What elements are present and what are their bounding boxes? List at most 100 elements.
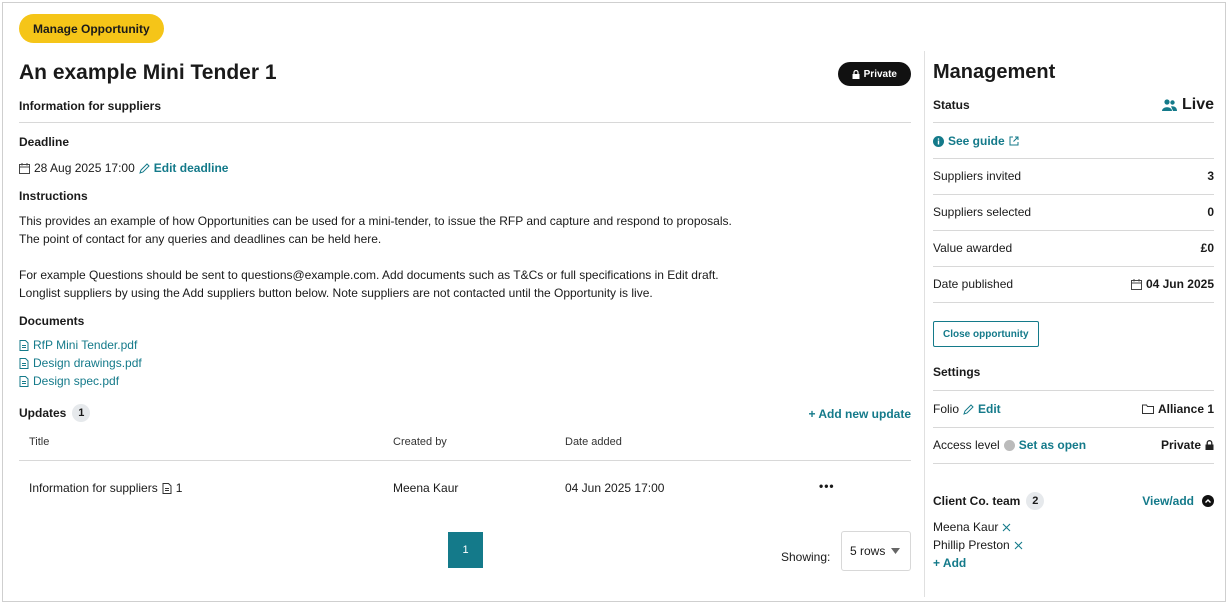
file-icon	[19, 357, 29, 369]
deadline-row: 28 Aug 2025 17:00 Edit deadline	[19, 159, 228, 177]
suppliers-selected-row: Suppliers selected 0	[933, 203, 1214, 221]
page-title: An example Mini Tender 1	[19, 61, 277, 84]
add-new-update-link[interactable]: + Add new update	[808, 407, 911, 421]
people-icon	[1161, 99, 1177, 111]
instructions-label: Instructions	[19, 189, 88, 203]
team-row: Client Co. team 2 View/add	[933, 491, 1214, 511]
rows-per-page-select[interactable]: 5 rows	[841, 531, 911, 571]
showing-label: Showing:	[781, 550, 831, 564]
document-name[interactable]: Design drawings.pdf	[33, 356, 142, 370]
value-awarded-label: Value awarded	[933, 241, 1013, 255]
page-frame: Manage Opportunity An example Mini Tende…	[2, 2, 1226, 602]
divider	[933, 390, 1214, 391]
access-level-value: Private	[1161, 438, 1214, 452]
private-label: Private	[863, 68, 897, 80]
file-icon	[19, 339, 29, 351]
date-published-text: 04 Jun 2025	[1145, 277, 1214, 291]
calendar-icon	[19, 162, 30, 174]
column-header-created-by: Created by	[393, 436, 447, 448]
attachment-file-icon	[162, 482, 172, 494]
chevron-up-icon[interactable]	[1202, 495, 1214, 507]
see-guide-label[interactable]: See guide	[948, 134, 1005, 148]
row-title-cell: Information for suppliers 1	[29, 481, 182, 495]
suppliers-selected-value: 0	[1207, 205, 1214, 219]
suppliers-invited-label: Suppliers invited	[933, 169, 1022, 183]
suppliers-selected-label: Suppliers selected	[933, 205, 1032, 219]
add-team-member-link[interactable]: + Add	[933, 556, 966, 570]
pencil-icon[interactable]	[963, 403, 974, 415]
access-level-row: Access level Set as open Private	[933, 436, 1214, 454]
column-header-date-added: Date added	[565, 436, 622, 448]
divider	[933, 463, 1214, 464]
team-label-group: Client Co. team 2	[933, 492, 1045, 510]
team-label: Client Co. team	[933, 494, 1021, 508]
access-level-label: Access level	[933, 438, 1000, 452]
documents-label: Documents	[19, 314, 85, 328]
folio-label-group: Folio Edit	[933, 402, 1001, 416]
divider	[933, 122, 1214, 123]
instructions-line-2: The point of contact for any queries and…	[19, 232, 382, 246]
see-guide-link[interactable]: See guide	[933, 132, 1214, 150]
status-text: Live	[1181, 96, 1214, 113]
document-link[interactable]: Design spec.pdf	[19, 374, 119, 388]
manage-opportunity-button[interactable]: Manage Opportunity	[19, 14, 164, 43]
instructions-line-4: Longlist suppliers by using the Add supp…	[19, 286, 653, 300]
management-title: Management	[933, 61, 1056, 83]
folio-value-text: Alliance 1	[1157, 402, 1214, 416]
caret-down-icon	[891, 548, 901, 554]
access-label-group: Access level Set as open	[933, 438, 1086, 452]
document-name[interactable]: Design spec.pdf	[33, 374, 119, 388]
set-as-open-link[interactable]: Set as open	[1019, 438, 1086, 452]
updates-label: Updates	[19, 406, 67, 420]
row-created-by: Meena Kaur	[393, 481, 459, 495]
help-icon[interactable]	[1003, 439, 1015, 451]
deadline-label: Deadline	[19, 135, 70, 149]
private-button[interactable]: Private	[837, 62, 911, 86]
folio-value: Alliance 1	[1141, 402, 1214, 416]
document-link[interactable]: Design drawings.pdf	[19, 356, 142, 370]
divider	[933, 158, 1214, 159]
row-more-menu-icon[interactable]: •••	[819, 479, 835, 493]
panel-divider	[924, 51, 925, 597]
team-member: Phillip Preston	[933, 538, 1023, 552]
updates-heading: Updates 1	[19, 404, 91, 422]
instructions-line-1: This provides an example of how Opportun…	[19, 214, 732, 228]
folio-label: Folio	[933, 402, 960, 416]
close-opportunity-button[interactable]: Close opportunity	[933, 321, 1039, 347]
view-add-link[interactable]: View/add	[1142, 494, 1194, 508]
remove-icon[interactable]	[1002, 523, 1011, 532]
calendar-icon	[1130, 278, 1142, 290]
date-published-row: Date published 04 Jun 2025	[933, 275, 1214, 293]
status-value: Live	[1161, 96, 1214, 114]
document-link[interactable]: RfP Mini Tender.pdf	[19, 338, 137, 352]
folio-row: Folio Edit Alliance 1	[933, 400, 1214, 418]
date-published-label: Date published	[933, 277, 1014, 291]
lock-icon	[1205, 440, 1214, 450]
pencil-icon[interactable]	[138, 162, 150, 174]
info-icon	[933, 135, 944, 147]
status-label: Status	[933, 98, 970, 112]
divider	[933, 427, 1214, 428]
table-divider	[19, 460, 911, 461]
view-add-group: View/add	[1142, 494, 1214, 508]
team-member-name: Phillip Preston	[933, 538, 1010, 552]
column-header-title: Title	[29, 436, 50, 448]
remove-icon[interactable]	[1014, 541, 1023, 550]
row-title: Information for suppliers	[29, 481, 158, 495]
info-for-suppliers-heading: Information for suppliers	[19, 99, 162, 113]
team-count-badge: 2	[1026, 492, 1045, 510]
suppliers-invited-row: Suppliers invited 3	[933, 167, 1214, 185]
date-published-value: 04 Jun 2025	[1130, 277, 1214, 291]
deadline-value: 28 Aug 2025 17:00	[34, 161, 135, 175]
divider	[933, 302, 1214, 303]
document-name[interactable]: RfP Mini Tender.pdf	[33, 338, 137, 352]
pagination-page-button[interactable]: 1	[448, 532, 483, 568]
edit-deadline-link[interactable]: Edit deadline	[154, 159, 229, 177]
folder-icon	[1141, 404, 1154, 414]
value-awarded-row: Value awarded £0	[933, 239, 1214, 257]
row-date-added: 04 Jun 2025 17:00	[565, 481, 665, 495]
folio-edit-link[interactable]: Edit	[978, 402, 1001, 416]
divider	[933, 194, 1214, 195]
external-link-icon	[1009, 136, 1019, 146]
divider	[933, 266, 1214, 267]
